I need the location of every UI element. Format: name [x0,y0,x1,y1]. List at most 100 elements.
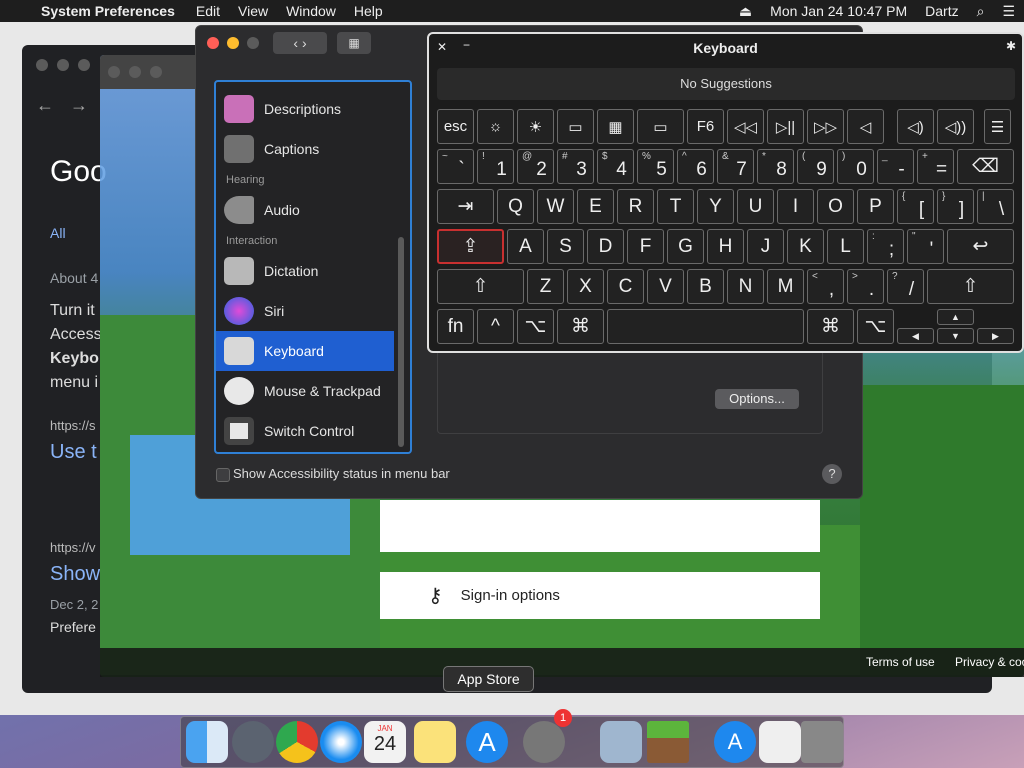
key-8[interactable]: * 8 [757,149,794,184]
key-slash[interactable]: ? / [887,269,924,304]
key-4[interactable]: $4 [597,149,634,184]
help-button[interactable]: ? [822,464,842,484]
key-comma[interactable]: <, [807,269,844,304]
key-g[interactable]: G [667,229,704,264]
key-p[interactable]: P [857,189,894,224]
space-bar[interactable] [607,309,804,344]
back-forward-buttons[interactable]: ‹ › [273,32,327,54]
rewind-icon[interactable]: ◁◁ [727,109,764,144]
key-right-bracket[interactable]: }] [937,189,974,224]
key-f[interactable]: F [627,229,664,264]
arrow-right-icon[interactable]: ▶ [977,328,1014,344]
chrome-icon[interactable] [276,721,318,763]
key-3[interactable]: #3 [557,149,594,184]
gear-icon[interactable]: ✱ [1006,39,1016,53]
key-quote[interactable]: " ' [907,229,944,264]
preview-icon[interactable] [600,721,642,763]
key-b[interactable]: B [687,269,724,304]
key-k[interactable]: K [787,229,824,264]
key-1[interactable]: ! 1 [477,149,514,184]
key-z[interactable]: Z [527,269,564,304]
volume-up-icon[interactable]: ◁)) [937,109,974,144]
status-checkbox[interactable] [216,468,230,482]
eject-icon[interactable]: ⏏ [739,3,752,20]
sidebar-item-siri[interactable]: Siri [216,291,394,331]
sidebar-item-keyboard[interactable]: Keyboard [216,331,394,371]
app-menu[interactable]: System Preferences [41,3,175,19]
key-e[interactable]: E [577,189,614,224]
key-x[interactable]: X [567,269,604,304]
key-semicolon[interactable]: :; [867,229,904,264]
fast-forward-icon[interactable]: ▷▷ [807,109,844,144]
options-button[interactable]: Options... [715,389,799,409]
zoom-button[interactable] [247,37,259,49]
user-menu[interactable]: Dartz [925,3,958,19]
caps-lock-icon[interactable]: ⇪ [437,229,504,264]
menu-window[interactable]: Window [286,3,336,19]
safari-icon[interactable] [320,721,362,763]
menu-icon[interactable]: ☰ [984,109,1011,144]
mission-control-icon[interactable]: ▭ [557,109,594,144]
calendar-icon[interactable]: JAN 24 [364,721,406,763]
trash-icon[interactable] [801,721,843,763]
menu-help[interactable]: Help [354,3,383,19]
key-v[interactable]: V [647,269,684,304]
key-i[interactable]: I [777,189,814,224]
backspace-icon[interactable]: ⌫ [957,149,1014,184]
volume-down-icon[interactable]: ◁) [897,109,934,144]
play-pause-icon[interactable]: ▷|| [767,109,804,144]
finder-icon[interactable] [186,721,228,763]
keyboard-backlight-icon[interactable]: ▭ [637,109,684,144]
key-d[interactable]: D [587,229,624,264]
spotlight-icon[interactable]: ⌕ [977,3,985,20]
menu-view[interactable]: View [238,3,268,19]
key-equals[interactable]: + = [917,149,954,184]
signin-options-button[interactable]: ⚷ Sign-in options [380,572,820,619]
key-r[interactable]: R [617,189,654,224]
tab-all[interactable]: All [50,225,66,241]
clock[interactable]: Mon Jan 24 10:47 PM [770,3,907,19]
mute-icon[interactable]: ◁ [847,109,884,144]
sidebar-item-captions[interactable]: Captions [216,129,394,169]
key-s[interactable]: S [547,229,584,264]
key-minus[interactable]: _ - [877,149,914,184]
key-backslash[interactable]: | \ [977,189,1014,224]
sidebar-scrollbar[interactable] [398,237,404,447]
result-link[interactable]: Show [50,563,100,586]
key-a[interactable]: A [507,229,544,264]
left-shift-icon[interactable]: ⇧ [437,269,524,304]
privacy-link[interactable]: Privacy & coo [955,655,1024,669]
key-0[interactable]: ) 0 [837,149,874,184]
minecraft-icon[interactable] [647,721,689,763]
sidebar-item-dictation[interactable]: Dictation [216,251,394,291]
command-icon[interactable]: ⌘ [557,309,604,344]
result-link[interactable]: Use t [50,441,97,464]
launchpad-rocket-icon[interactable] [232,721,274,763]
key-n[interactable]: N [727,269,764,304]
notes-icon[interactable] [414,721,456,763]
control-center-icon[interactable]: ☰ [1002,3,1015,20]
system-preferences-icon[interactable] [523,721,565,763]
key-2[interactable]: @2 [517,149,554,184]
show-all-icon[interactable]: ▦ [337,32,371,54]
key-j[interactable]: J [747,229,784,264]
sidebar-item-audio[interactable]: Audio [216,190,394,230]
key-esc[interactable]: esc [437,109,474,144]
minimize-button[interactable] [227,37,239,49]
sidebar-item-descriptions[interactable]: Descriptions [216,89,394,129]
launchpad-icon[interactable]: ▦ [597,109,634,144]
key-y[interactable]: Y [697,189,734,224]
browser-nav-icons[interactable]: ←→ [36,95,104,116]
key-period[interactable]: >. [847,269,884,304]
key-6[interactable]: ^ 6 [677,149,714,184]
key-9[interactable]: (9 [797,149,834,184]
key-l[interactable]: L [827,229,864,264]
menu-edit[interactable]: Edit [196,3,220,19]
right-command-icon[interactable]: ⌘ [807,309,854,344]
sidebar-item-mouse-trackpad[interactable]: Mouse & Trackpad [216,371,394,411]
app-store-icon[interactable]: A [466,721,508,763]
key-7[interactable]: & 7 [717,149,754,184]
key-t[interactable]: T [657,189,694,224]
terms-link[interactable]: Terms of use [866,655,935,669]
tab-icon[interactable]: ⇥ [437,189,494,224]
